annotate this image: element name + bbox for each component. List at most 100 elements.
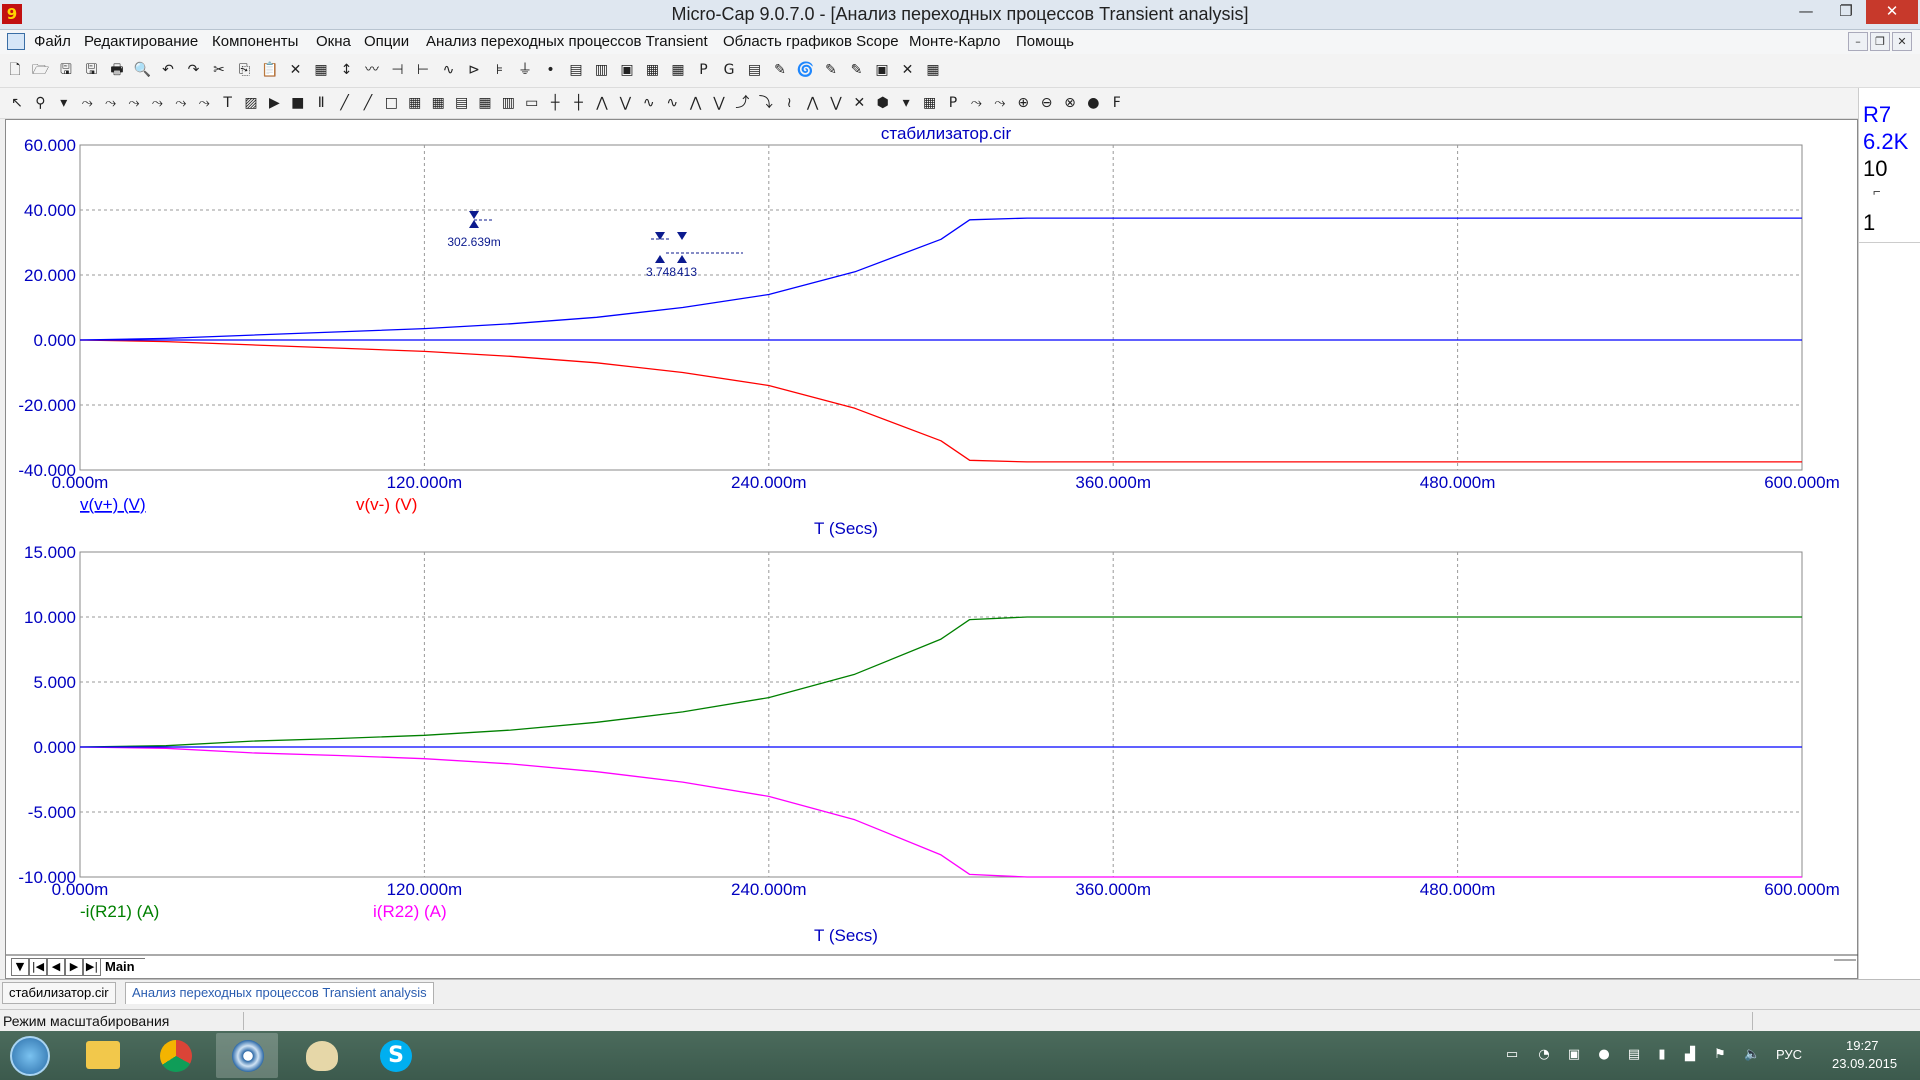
slope-icon[interactable]: ✕ bbox=[850, 94, 868, 112]
mdi-restore-button[interactable]: ❐ bbox=[1870, 32, 1890, 51]
clock-time[interactable]: 19:27 bbox=[1846, 1038, 1879, 1053]
cut-icon[interactable]: ✂ bbox=[210, 61, 228, 79]
tab-schematic[interactable]: стабилизатор.cir bbox=[2, 982, 116, 1004]
tray-monitor-icon[interactable]: ▭ bbox=[1504, 1047, 1520, 1063]
dropdown-icon[interactable]: ▾ bbox=[55, 94, 73, 112]
table-icon[interactable]: ▦ bbox=[921, 94, 939, 112]
page-next-button[interactable]: ▶ bbox=[65, 958, 83, 976]
tag2-icon[interactable]: ⤳ bbox=[991, 94, 1009, 112]
wire-icon[interactable]: ↕ bbox=[338, 61, 356, 79]
diode-icon[interactable]: ⊳ bbox=[465, 61, 483, 79]
battery-icon[interactable]: ⊧ bbox=[491, 61, 509, 79]
component-name[interactable]: R7 bbox=[1863, 102, 1891, 128]
zoom-out-icon[interactable]: ⊖ bbox=[1038, 94, 1056, 112]
slider-icon[interactable]: ⌐ bbox=[1873, 184, 1881, 199]
menu-options[interactable]: Опции bbox=[364, 33, 409, 50]
open-icon[interactable]: 🗁 bbox=[32, 61, 50, 79]
menu-scope[interactable]: Область графиков Scope bbox=[723, 33, 899, 50]
series-line-0[interactable] bbox=[79, 217, 1802, 341]
transient-plots[interactable]: стабилизатор.cir 0.000m 120.000m 240.000m 3… bbox=[6, 120, 1859, 980]
stop-icon[interactable]: ■ bbox=[289, 94, 307, 112]
page-last-button[interactable]: ▶| bbox=[83, 958, 101, 976]
grid4-icon[interactable]: ▦ bbox=[476, 94, 494, 112]
peak-icon[interactable]: ⋀ bbox=[687, 94, 705, 112]
graph3-icon[interactable]: ⤳ bbox=[125, 94, 143, 112]
zoom-in-icon[interactable]: ⊕ bbox=[1014, 94, 1032, 112]
menu-transient-analysis[interactable]: Анализ переходных процессов Transient bbox=[426, 33, 708, 50]
series-legend-label[interactable]: v(v+) (V) bbox=[80, 495, 146, 514]
legend-icon[interactable]: ▭ bbox=[523, 94, 541, 112]
series-line-1[interactable] bbox=[79, 339, 1802, 463]
copy-icon[interactable]: ⎘ bbox=[236, 61, 254, 79]
mdi-close-button[interactable]: ✕ bbox=[1892, 32, 1912, 51]
page-prev-button[interactable]: ◀ bbox=[47, 958, 65, 976]
series-legend-label[interactable]: v(v-) (V) bbox=[356, 495, 417, 514]
cursor-next-icon[interactable]: ∿ bbox=[640, 94, 658, 112]
color-icon[interactable]: ● bbox=[1084, 94, 1102, 112]
grid-icon[interactable]: ▦ bbox=[406, 94, 424, 112]
tray-app-icon[interactable]: ▣ bbox=[1566, 1047, 1582, 1063]
microcap-taskbar-button[interactable] bbox=[216, 1033, 278, 1078]
cursor-icon[interactable]: ┼ bbox=[546, 94, 564, 112]
mdi-minimize-button[interactable]: – bbox=[1848, 32, 1868, 51]
undo-icon[interactable]: ↶ bbox=[159, 61, 177, 79]
zoom-icon[interactable]: ⚲ bbox=[31, 94, 49, 112]
high-icon[interactable]: ⤴ bbox=[733, 94, 751, 112]
language-indicator[interactable]: РУС bbox=[1776, 1047, 1802, 1062]
diagonal-icon[interactable]: ╱ bbox=[359, 94, 377, 112]
calculator-icon[interactable]: ▦ bbox=[669, 61, 687, 79]
valley-icon[interactable]: ⋁ bbox=[710, 94, 728, 112]
cascade-icon[interactable]: ▣ bbox=[618, 61, 636, 79]
graph5-icon[interactable]: ⤳ bbox=[172, 94, 190, 112]
tray-notify-icon[interactable]: ● bbox=[1596, 1047, 1612, 1063]
tray-device-icon[interactable]: ▤ bbox=[1626, 1047, 1642, 1063]
arrange-icon[interactable]: ▦ bbox=[644, 61, 662, 79]
graph2-icon[interactable]: ⤳ bbox=[102, 94, 120, 112]
cursor3-icon[interactable]: ⋀ bbox=[593, 94, 611, 112]
properties-icon[interactable]: ▨ bbox=[242, 94, 260, 112]
scope-icon[interactable]: ⋁ bbox=[616, 94, 634, 112]
cursor2-icon[interactable]: ┼ bbox=[570, 94, 588, 112]
run-icon[interactable]: ▶ bbox=[265, 94, 283, 112]
top-icon[interactable]: ⋀ bbox=[804, 94, 822, 112]
graph6-icon[interactable]: ⤳ bbox=[195, 94, 213, 112]
ground-icon[interactable]: ⏚ bbox=[516, 61, 534, 79]
watch-icon[interactable]: ▣ bbox=[873, 61, 891, 79]
marker2-bottom-icon[interactable] bbox=[655, 255, 687, 263]
print-preview-icon[interactable]: 🔍 bbox=[134, 61, 152, 79]
minimize-button[interactable]: — bbox=[1786, 0, 1826, 24]
grid-icon[interactable]: ▦ bbox=[924, 61, 942, 79]
tray-network-icon[interactable]: ◔ bbox=[1536, 1047, 1552, 1063]
resistor-icon[interactable]: ⊣ bbox=[389, 61, 407, 79]
line-icon[interactable]: ╱ bbox=[336, 94, 354, 112]
tag-icon[interactable]: ⤳ bbox=[967, 94, 985, 112]
marker-icon[interactable]: ✎ bbox=[822, 61, 840, 79]
pause-icon[interactable]: Ⅱ bbox=[312, 94, 330, 112]
table-icon[interactable]: ▤ bbox=[746, 61, 764, 79]
mark-icon[interactable]: ✎ bbox=[771, 61, 789, 79]
maximize-button[interactable]: ❐ bbox=[1826, 0, 1866, 24]
skype-taskbar-button[interactable]: S bbox=[364, 1033, 426, 1078]
diagonal-wire-icon[interactable]: 〰 bbox=[363, 61, 381, 79]
tray-signal-icon[interactable]: ▟ bbox=[1682, 1047, 1698, 1063]
paint-taskbar-button[interactable] bbox=[290, 1033, 352, 1078]
menu-windows[interactable]: Окна bbox=[316, 33, 351, 50]
series-legend-label[interactable]: i(R22) (A) bbox=[373, 902, 447, 921]
cursor-prev-icon[interactable]: ∿ bbox=[663, 94, 681, 112]
close-button[interactable]: ✕ bbox=[1866, 0, 1918, 24]
data-icon[interactable]: ⬢ bbox=[874, 94, 892, 112]
delete-icon[interactable]: ✕ bbox=[287, 61, 305, 79]
zoom-fit-icon[interactable]: ⊗ bbox=[1061, 94, 1079, 112]
clock-date[interactable]: 23.09.2015 bbox=[1832, 1056, 1897, 1071]
tray-volume-icon[interactable]: 🔈 bbox=[1744, 1047, 1760, 1063]
explorer-taskbar-button[interactable] bbox=[72, 1033, 134, 1078]
bottom-icon[interactable]: ⋁ bbox=[827, 94, 845, 112]
redo-icon[interactable]: ↷ bbox=[185, 61, 203, 79]
node-icon[interactable]: • bbox=[542, 61, 560, 79]
marker2-top-icon[interactable] bbox=[655, 232, 687, 240]
series-legend-label[interactable]: -i(R21) (A) bbox=[80, 902, 159, 921]
menu-help[interactable]: Помощь bbox=[1016, 33, 1074, 50]
start-button[interactable] bbox=[10, 1036, 50, 1076]
menu-edit[interactable]: Редактирование bbox=[84, 33, 198, 50]
box-icon[interactable]: □ bbox=[382, 94, 400, 112]
